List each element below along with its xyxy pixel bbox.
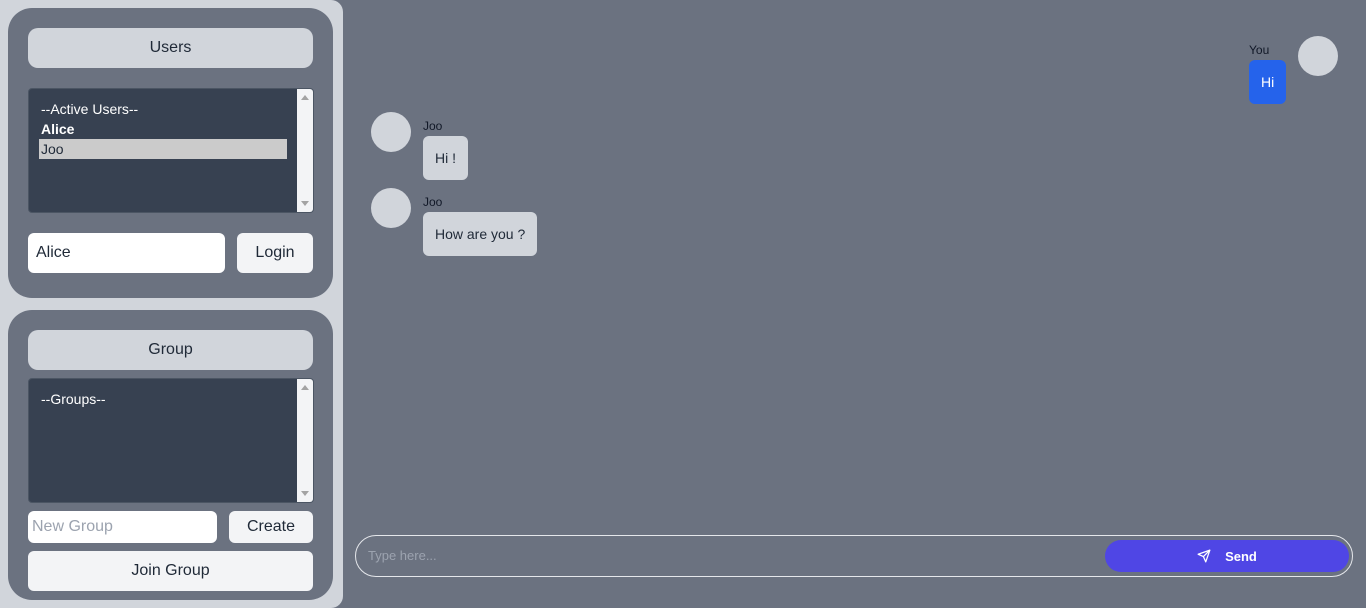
avatar	[1298, 36, 1338, 76]
list-option-alice[interactable]: Alice	[39, 119, 287, 139]
scroll-down-icon[interactable]	[301, 491, 309, 496]
scroll-down-icon[interactable]	[301, 201, 309, 206]
paper-plane-icon	[1197, 549, 1211, 563]
chat-area: You Hi Joo Hi ! Joo How are you ? Type h…	[343, 0, 1366, 608]
users-panel: Users --Active Users-- Alice Joo Alice L…	[8, 8, 333, 298]
list-option-groups[interactable]: --Groups--	[39, 389, 287, 409]
new-group-input[interactable]: New Group	[28, 511, 217, 543]
send-button[interactable]: Send	[1105, 540, 1349, 572]
list-option-joo[interactable]: Joo	[39, 139, 287, 159]
list-scrollbar[interactable]	[297, 89, 313, 212]
message-sender: Joo	[423, 195, 443, 209]
scroll-up-icon[interactable]	[301, 95, 309, 100]
join-group-button[interactable]: Join Group	[28, 551, 313, 591]
message-input[interactable]: Type here...	[368, 548, 437, 563]
message-sender: Joo	[423, 119, 443, 133]
message-bubble: Hi	[1249, 60, 1287, 104]
list-scrollbar[interactable]	[297, 379, 313, 502]
groups-list[interactable]: --Groups--	[28, 378, 314, 503]
users-header[interactable]: Users	[28, 28, 313, 68]
scroll-up-icon[interactable]	[301, 385, 309, 390]
list-option-active-users[interactable]: --Active Users--	[39, 99, 287, 119]
message-bubble: Hi !	[423, 136, 468, 180]
send-label: Send	[1225, 548, 1257, 564]
login-button[interactable]: Login	[237, 233, 313, 273]
sidebar: Users --Active Users-- Alice Joo Alice L…	[0, 0, 343, 608]
message-bubble: How are you ?	[423, 212, 538, 256]
message-composer: Type here... Send	[355, 535, 1353, 577]
avatar	[371, 188, 411, 228]
create-group-button[interactable]: Create	[229, 511, 313, 543]
message-sender: You	[1249, 43, 1270, 57]
group-panel: Group --Groups-- New Group Create Join G…	[8, 310, 333, 600]
username-input[interactable]: Alice	[28, 233, 225, 273]
group-header[interactable]: Group	[28, 330, 313, 370]
active-users-list[interactable]: --Active Users-- Alice Joo	[28, 88, 314, 213]
avatar	[371, 112, 411, 152]
